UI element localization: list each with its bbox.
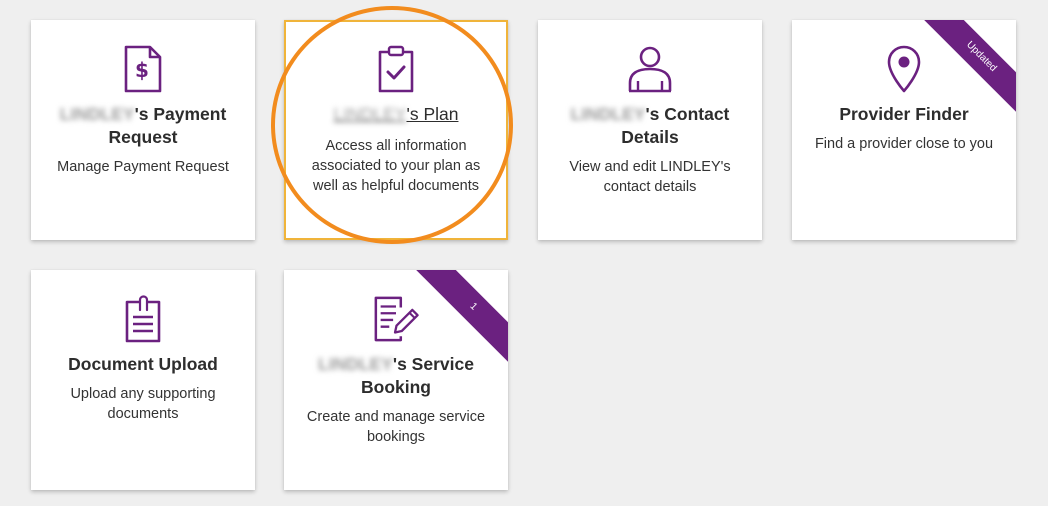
- tile-description: View and edit LINDLEY's contact details: [569, 159, 731, 195]
- count-ribbon: 1: [412, 270, 508, 366]
- blurred-participant-name: LINDLEY: [318, 354, 393, 374]
- plan-tile[interactable]: LINDLEY's Plan Access all information as…: [284, 20, 508, 240]
- dollar-document-icon: $: [119, 44, 167, 94]
- tile-title[interactable]: LINDLEY's Contact Details: [552, 103, 748, 149]
- paperclip-document-icon: [119, 294, 167, 344]
- svg-text:$: $: [135, 58, 149, 82]
- provider-finder-tile[interactable]: Provider Finder Find a provider close to…: [792, 20, 1016, 240]
- service-booking-tile[interactable]: LINDLEY's Service Booking Create and man…: [284, 270, 508, 490]
- tile-description: Create and manage service bookings: [306, 409, 486, 445]
- updated-ribbon: Updated: [920, 20, 1016, 116]
- payment-request-tile[interactable]: $ LINDLEY's Payment Request Manage Payme…: [31, 20, 255, 240]
- ribbon-label: Updated: [920, 20, 1016, 116]
- ribbon-count: 1: [412, 270, 508, 366]
- tile-description: Access all information associated to you…: [311, 138, 481, 194]
- person-icon: [626, 44, 674, 94]
- tile-description: Manage Payment Request: [57, 159, 229, 175]
- tile-description: Find a provider close to you: [814, 136, 994, 152]
- tile-title[interactable]: Document Upload: [45, 353, 241, 376]
- blurred-participant-name: LINDLEY: [59, 104, 135, 124]
- tile-title[interactable]: LINDLEY's Plan: [300, 103, 492, 126]
- clipboard-check-icon: [372, 44, 420, 94]
- tile-description: Upload any supporting documents: [70, 386, 216, 422]
- contact-details-tile[interactable]: LINDLEY's Contact Details View and edit …: [538, 20, 762, 240]
- blurred-participant-name: LINDLEY: [333, 104, 407, 124]
- tile-title[interactable]: LINDLEY's Payment Request: [45, 103, 241, 149]
- blurred-participant-name: LINDLEY: [570, 104, 646, 124]
- document-upload-tile[interactable]: Document Upload Upload any supporting do…: [31, 270, 255, 490]
